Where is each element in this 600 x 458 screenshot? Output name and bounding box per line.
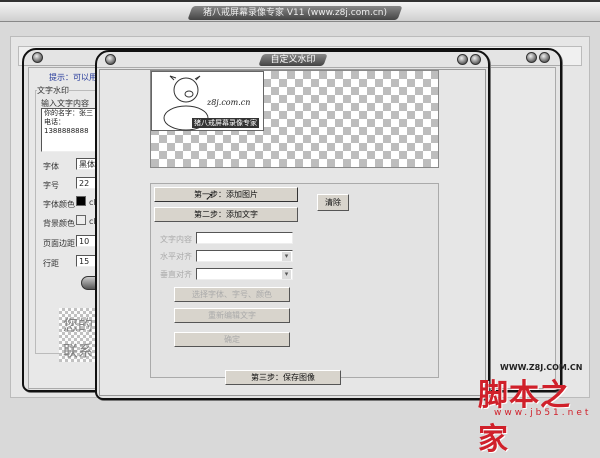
font-color-swatch[interactable] xyxy=(76,196,86,206)
bg-color-swatch[interactable] xyxy=(76,215,86,225)
dialog-title-text: 自定义水印 xyxy=(269,55,316,65)
content-line: 你的名字：张三 xyxy=(44,109,93,117)
close-icon[interactable] xyxy=(470,54,481,65)
bg-color-label: 背景颜色 xyxy=(43,219,75,228)
pig-logo-image: z8j.com.cn 猪八戒屏幕录像专家 xyxy=(151,71,264,131)
choose-font-button[interactable]: 选择字体、字号、颜色 xyxy=(174,287,290,302)
logo-text: z8j.com.cn xyxy=(207,98,251,107)
watermark-url: www.jb51.net xyxy=(494,408,592,418)
font-label: 字体 xyxy=(43,162,59,171)
window-menu-icon[interactable] xyxy=(32,52,43,63)
add-text-button[interactable]: 第二步：添加文字 xyxy=(154,207,298,222)
margin-label: 页面边距 xyxy=(43,239,75,248)
minimize-icon[interactable] xyxy=(457,54,468,65)
size-label: 字号 xyxy=(43,181,59,190)
add-image-button[interactable]: 第一步：添加图片 xyxy=(154,187,298,202)
custom-watermark-dialog: 自定义水印 z8j.com.cn 猪八戒屏幕录像专家 第一步：添加图片 第二步：… xyxy=(95,50,490,400)
save-image-button[interactable]: 第三步：保存图像 xyxy=(225,370,341,385)
app-title-text: 猪八戒屏幕录像专家 V11 (www.z8j.com.cn) xyxy=(202,8,388,18)
close-icon[interactable] xyxy=(539,52,550,63)
reedit-text-button[interactable]: 重新编辑文字 xyxy=(174,308,290,323)
text-content-label: 文字内容 xyxy=(160,235,192,244)
line-spacing-label: 行距 xyxy=(43,259,59,268)
content-textarea[interactable]: 你的名字：张三 电话：1388888888 xyxy=(41,108,101,152)
halign-label: 水平对齐 xyxy=(160,252,192,261)
valign-label: 垂直对齐 xyxy=(160,270,192,279)
minimize-icon[interactable] xyxy=(526,52,537,63)
halign-select[interactable] xyxy=(196,250,293,262)
mouse-cursor-icon: ➚ xyxy=(205,190,215,203)
ok-button[interactable]: 确定 xyxy=(174,332,290,347)
valign-select[interactable] xyxy=(196,268,293,280)
window-menu-icon[interactable] xyxy=(105,54,116,65)
logo-caption: 猪八戒屏幕录像专家 xyxy=(192,118,259,128)
app-title: 猪八戒屏幕录像专家 V11 (www.z8j.com.cn) xyxy=(187,6,403,20)
content-line: 电话：1388888888 xyxy=(44,118,89,135)
app-title-bar: 猪八戒屏幕录像专家 V11 (www.z8j.com.cn) xyxy=(0,0,600,22)
clear-button[interactable]: 清除 xyxy=(317,194,349,211)
text-content-input[interactable] xyxy=(196,232,293,244)
font-color-label: 字体颜色 xyxy=(43,200,75,209)
group-title: 文字水印 xyxy=(37,85,69,96)
image-preview: z8j.com.cn 猪八戒屏幕录像专家 xyxy=(150,70,439,168)
dialog-title: 自定义水印 xyxy=(257,54,328,66)
